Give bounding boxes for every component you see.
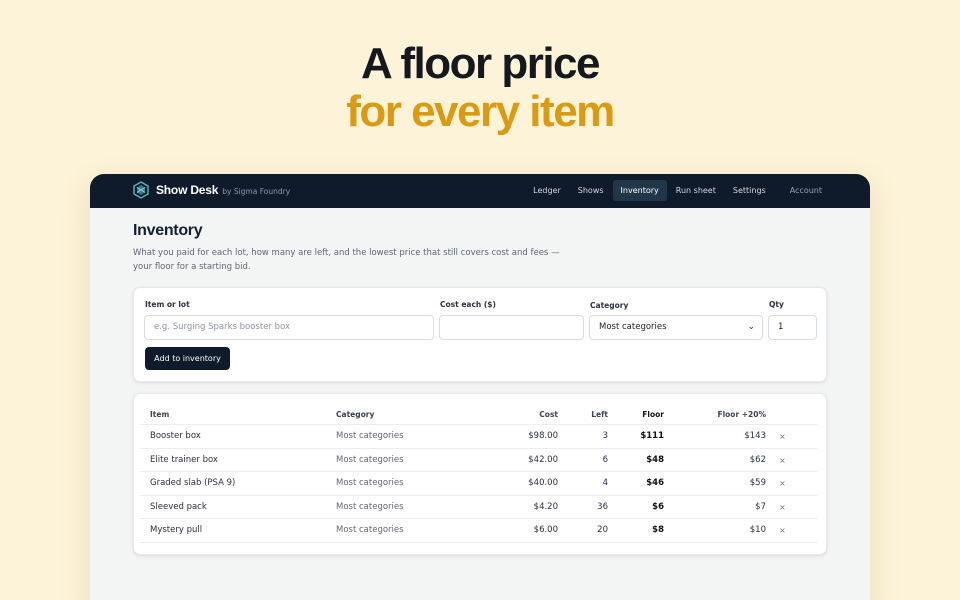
app-byline: by Sigma Foundry: [222, 187, 291, 196]
app-name: Show Desk: [156, 183, 219, 197]
brand[interactable]: Show Desk by Sigma Foundry: [132, 181, 290, 199]
main-nav: Ledger Shows Inventory Run sheet Setting…: [524, 180, 830, 201]
row-left: 20: [597, 525, 608, 535]
qty-field-label: Qty: [769, 300, 784, 309]
header-cost[interactable]: Cost: [539, 404, 558, 425]
row-item: Graded slab (PSA 9): [150, 478, 236, 488]
row-floor: $111: [640, 431, 664, 441]
row-cost: $4.20: [533, 501, 558, 512]
hero-headline: A floor price for every item: [0, 40, 960, 136]
row-floor-plus-20: $10: [749, 525, 766, 535]
item-field-label: Item or lot: [145, 300, 190, 309]
row-category: Most categories: [336, 431, 404, 441]
header-item[interactable]: Item: [150, 404, 169, 425]
row-cost: $98.00: [528, 431, 558, 441]
page-description: What you paid for each lot, how many are…: [133, 248, 560, 272]
table-row: Graded slab (PSA 9) Most categories $40.…: [140, 472, 817, 496]
remove-row-icon[interactable]: ×: [779, 472, 786, 495]
nav-account[interactable]: Account: [782, 180, 830, 201]
row-category: Most categories: [336, 525, 404, 535]
top-nav-bar: Show Desk by Sigma Foundry Ledger Shows …: [90, 174, 870, 208]
table-row: Booster box Most categories $98.00 3 $11…: [140, 425, 817, 449]
row-category: Most categories: [336, 478, 404, 488]
remove-row-icon[interactable]: ×: [779, 425, 786, 448]
category-field-label: Category: [590, 301, 629, 310]
row-cost: $6.00: [533, 525, 558, 535]
category-select-value: Most categories: [599, 322, 667, 332]
inventory-table: Item Category Cost Left Floor Floor +20%…: [133, 393, 827, 555]
row-item: Booster box: [150, 431, 201, 441]
hero-line-2: for every item: [346, 87, 615, 136]
header-category[interactable]: Category: [336, 404, 374, 425]
item-input[interactable]: e.g. Surging Sparks booster box: [144, 315, 434, 340]
nav-shows[interactable]: Shows: [570, 180, 612, 201]
category-select[interactable]: Most categories ⌄: [589, 315, 763, 340]
add-item-form: Item or lot e.g. Surging Sparks booster …: [133, 287, 827, 382]
row-cost: $42.00: [528, 454, 558, 465]
row-left: 6: [602, 454, 608, 465]
header-left[interactable]: Left: [591, 404, 608, 425]
remove-row-icon[interactable]: ×: [779, 449, 786, 472]
main-content: Inventory What you paid for each lot, ho…: [133, 222, 827, 555]
show-desk-logo-icon: [133, 181, 149, 199]
cost-input[interactable]: [439, 315, 584, 340]
row-floor-plus-20: $62: [749, 454, 766, 465]
row-item: Elite trainer box: [150, 454, 218, 465]
header-floor[interactable]: Floor: [642, 404, 664, 425]
cost-field-label: Cost each ($): [440, 300, 496, 309]
header-floor-plus-20[interactable]: Floor +20%: [717, 404, 766, 425]
remove-row-icon[interactable]: ×: [779, 519, 786, 542]
row-floor: $46: [646, 478, 664, 488]
remove-row-icon[interactable]: ×: [779, 496, 786, 519]
row-cost: $40.00: [528, 478, 558, 488]
row-category: Most categories: [336, 454, 404, 465]
table-header-row: Item Category Cost Left Floor Floor +20%: [140, 404, 817, 425]
row-item: Mystery pull: [150, 525, 203, 535]
row-floor: $48: [646, 454, 664, 465]
nav-inventory[interactable]: Inventory: [612, 180, 667, 201]
qty-input[interactable]: 1: [768, 315, 817, 340]
nav-settings[interactable]: Settings: [725, 180, 774, 201]
row-left: 3: [602, 431, 608, 441]
row-floor: $6: [652, 501, 664, 512]
row-floor-plus-20: $143: [744, 431, 766, 441]
nav-ledger[interactable]: Ledger: [525, 180, 569, 201]
page-title: Inventory: [133, 222, 203, 239]
row-left: 4: [602, 478, 608, 488]
row-left: 36: [597, 501, 608, 512]
app-window: Show Desk by Sigma Foundry Ledger Shows …: [90, 174, 870, 600]
add-to-inventory-button[interactable]: Add to inventory: [145, 347, 230, 370]
nav-run-sheet[interactable]: Run sheet: [668, 180, 724, 201]
hero-line-1: A floor price: [360, 39, 601, 88]
table-row: Elite trainer box Most categories $42.00…: [140, 449, 817, 472]
table-row: Sleeved pack Most categories $4.20 36 $6…: [140, 496, 817, 519]
row-floor: $8: [652, 525, 664, 535]
row-floor-plus-20: $7: [755, 501, 766, 512]
row-category: Most categories: [336, 501, 404, 512]
chevron-down-icon: ⌄: [747, 322, 755, 332]
row-floor-plus-20: $59: [749, 478, 766, 488]
row-item: Sleeved pack: [150, 501, 207, 512]
table-row: Mystery pull Most categories $6.00 20 $8…: [140, 519, 817, 543]
